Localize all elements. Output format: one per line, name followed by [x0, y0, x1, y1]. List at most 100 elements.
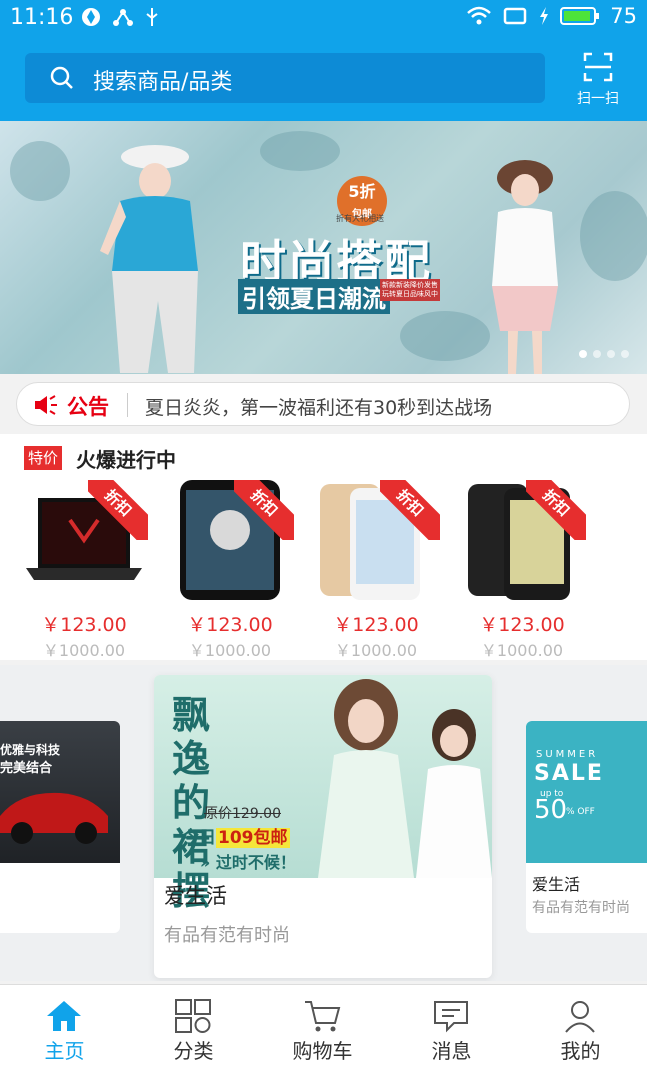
deal-price: ￥123.00	[187, 614, 273, 636]
search-placeholder: 搜索商品/品类	[93, 70, 233, 95]
tab-messages[interactable]: 消息	[387, 985, 516, 1076]
tab-label: 消息	[431, 1039, 472, 1063]
card-title: 爱生活	[532, 875, 581, 894]
promo-banner[interactable]: 5折 包邮 折有大礼相送 时尚搭配 引领夏日潮流 新款新装降价发售 玩转夏日品味…	[0, 121, 647, 374]
poster-original-price: 原价129.00	[204, 806, 281, 822]
deal-old-price: ￥1000.00	[480, 641, 564, 660]
poster-deal: 109包邮	[216, 828, 290, 848]
card-left-line1: 优雅与科技	[0, 743, 61, 757]
banner-decor	[580, 191, 647, 281]
discount-ribbon-text: 折扣	[380, 480, 440, 540]
poster-hurry: » 过时不候！	[200, 853, 296, 872]
status-time: 11:16	[10, 5, 74, 30]
summer-text: SUMMER	[536, 749, 599, 760]
deal-item[interactable]: 折扣 ￥123.00 ￥1000.00	[458, 480, 586, 660]
off-text: % OFF	[566, 807, 595, 817]
poster-today: 今日 109包邮	[182, 823, 290, 848]
sync-icon	[82, 8, 100, 26]
deal-item[interactable]: 折扣 ￥123.00 ￥1000.00	[166, 480, 294, 660]
carousel-card-right[interactable]: SUMMER SALE up to 50 % OFF 爱生活 有品有范有时尚	[526, 721, 647, 933]
tab-cart[interactable]: 购物车	[258, 985, 387, 1076]
special-badge: 特价	[24, 446, 63, 470]
tab-home[interactable]: 主页	[0, 985, 129, 1076]
model-figure-left	[100, 145, 198, 373]
banner-pagination[interactable]	[579, 350, 629, 358]
usb-icon	[146, 8, 158, 26]
carousel-card-image: SUMMER SALE up to 50 % OFF	[526, 721, 647, 863]
notice-divider	[127, 393, 128, 417]
scan-icon	[583, 52, 613, 82]
search-icon	[50, 66, 73, 89]
tab-label: 我的	[560, 1039, 601, 1063]
discount-ribbon: 折扣	[88, 480, 148, 540]
tab-label: 分类	[173, 1039, 214, 1063]
discount-ribbon: 折扣	[526, 480, 586, 540]
share-icon	[113, 9, 133, 26]
tab-label: 购物车	[292, 1039, 353, 1063]
banner-dot[interactable]	[579, 350, 587, 358]
bottom-nav: 主页 分类 购物车 消息 我的	[0, 984, 647, 1076]
wifi-icon	[467, 6, 492, 25]
battery-icon	[560, 7, 600, 25]
search-input[interactable]: 搜索商品/品类	[25, 53, 545, 103]
banner-dot[interactable]	[621, 350, 629, 358]
message-icon	[434, 1001, 468, 1033]
badge-note: 折有大礼相送	[336, 214, 384, 223]
deal-item[interactable]: 折扣 ￥123.00 ￥1000.00	[312, 480, 440, 660]
deal-item[interactable]: 折扣 ￥123.00 ￥1000.00	[20, 480, 148, 660]
deal-price: ￥123.00	[41, 614, 127, 636]
notice-tag: 公告	[67, 395, 109, 419]
card-title: 爱生活	[164, 884, 227, 908]
carousel-card-image: 飘逸的裙摆 原价129.00 今日 109包邮 » 过时不候！	[154, 675, 492, 913]
discount-ribbon: 折扣	[234, 480, 294, 540]
scan-label: 扫一扫	[577, 91, 619, 107]
charging-icon	[540, 7, 549, 25]
discount-ribbon-text: 折扣	[234, 480, 294, 540]
cart-icon	[305, 1001, 341, 1032]
sale-text: SALE	[534, 761, 604, 786]
tab-label: 主页	[44, 1039, 85, 1063]
notice-text: 夏日炎炎，第一波福利还有30秒到达战场	[145, 397, 493, 419]
discount-ribbon: 折扣	[380, 480, 440, 540]
notice-bar[interactable]: 公告 夏日炎炎，第一波福利还有30秒到达战场	[16, 382, 630, 426]
banner-dot[interactable]	[593, 350, 601, 358]
speaker-icon	[35, 395, 57, 415]
deal-old-price: ￥1000.00	[334, 641, 418, 660]
deals-title: 火爆进行中	[76, 448, 176, 472]
banner-decor	[260, 131, 340, 171]
poster-today-label: 今日	[182, 828, 216, 848]
model-figure-right	[492, 160, 558, 374]
feature-carousel[interactable]: 优雅与科技 完美结合 飘逸的裙摆 原价129.00 今日 109包邮 » 过时不候…	[0, 665, 647, 981]
sale-percent: 50	[534, 795, 568, 825]
card-subtitle: 有品有范有时尚	[532, 900, 630, 916]
hot-deals-section: 特价 火爆进行中 折扣 ￥123.00 ￥1000.00 折扣 ￥123.00 …	[0, 434, 647, 660]
deal-old-price: ￥1000.00	[188, 641, 272, 660]
discount-ribbon-text: 折扣	[526, 480, 586, 540]
banner-decor	[10, 141, 70, 201]
banner-dot[interactable]	[607, 350, 615, 358]
deal-old-price: ￥1000.00	[42, 641, 126, 660]
category-icon	[175, 999, 211, 1033]
tab-profile[interactable]: 我的	[516, 985, 645, 1076]
user-icon	[565, 1001, 595, 1033]
home-icon	[47, 1001, 81, 1031]
card-subtitle: 有品有范有时尚	[164, 925, 290, 946]
screen-icon	[504, 7, 527, 25]
status-right: 75	[466, 4, 637, 28]
dress-model-image	[318, 679, 492, 878]
header: 11:16 75 搜索商品/品类 扫一扫	[0, 0, 647, 121]
banner-subtitle: 引领夏日潮流	[238, 279, 390, 314]
carousel-card-left[interactable]: 优雅与科技 完美结合	[0, 721, 120, 933]
deal-price: ￥123.00	[333, 614, 419, 636]
discount-badge-text: 5折	[348, 182, 376, 201]
deal-price: ￥123.00	[479, 614, 565, 636]
status-icons	[80, 6, 160, 28]
carousel-card-main[interactable]: 飘逸的裙摆 原价129.00 今日 109包邮 » 过时不候！ 爱生活 有品有范有…	[154, 675, 492, 978]
card-left-line2: 完美结合	[0, 761, 53, 776]
banner-tag: 新款新装降价发售 玩转夏日品味风中	[380, 279, 440, 301]
battery-level: 75	[610, 4, 637, 28]
scan-button[interactable]: 扫一扫	[570, 52, 626, 108]
tab-category[interactable]: 分类	[129, 985, 258, 1076]
status-bar: 11:16 75	[0, 0, 647, 38]
discount-ribbon-text: 折扣	[88, 480, 148, 540]
